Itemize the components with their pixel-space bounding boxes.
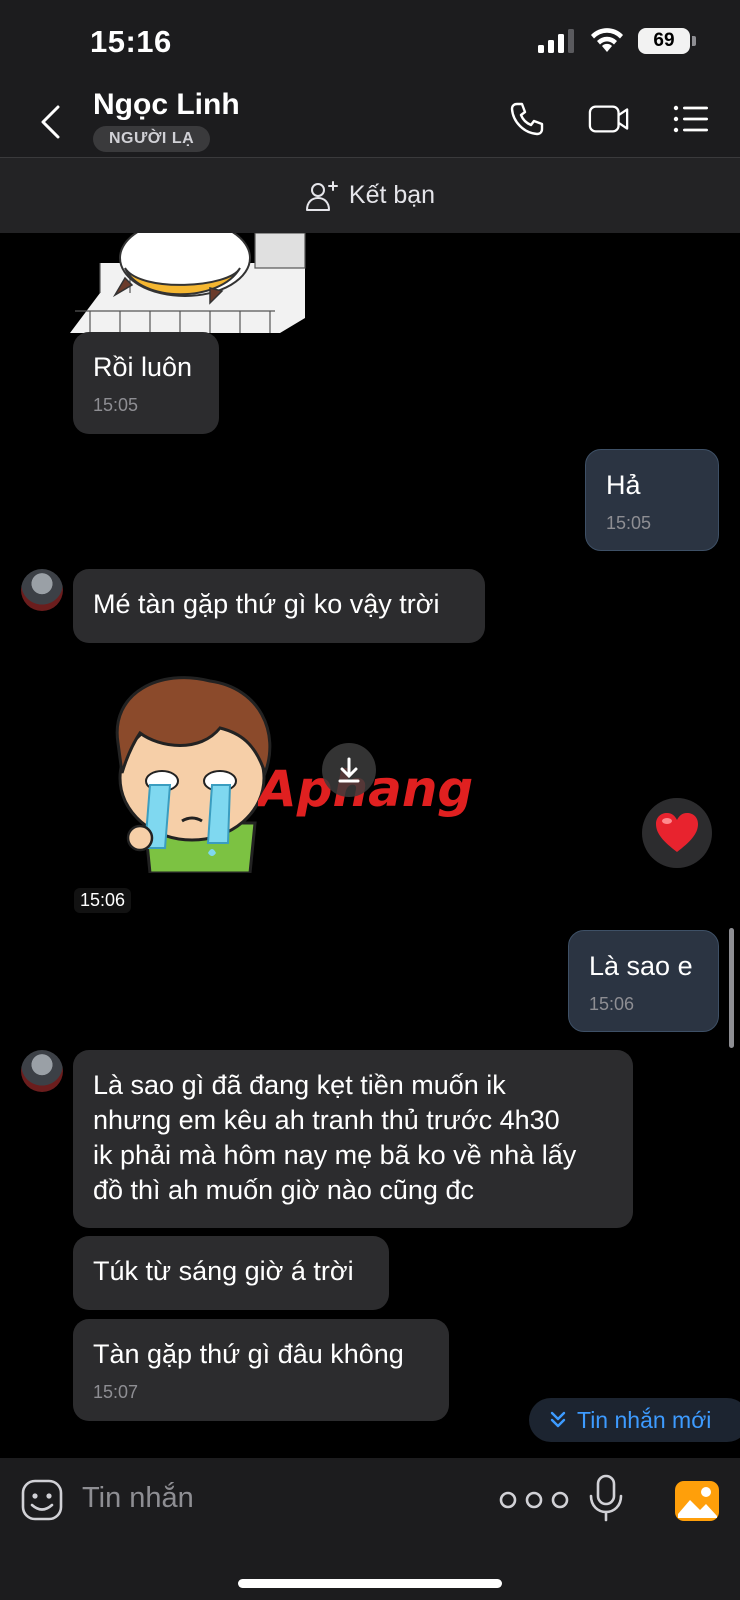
heart-icon [656,813,698,852]
photo-gallery-icon[interactable] [674,1478,720,1522]
status-icons: 69 [538,28,696,54]
message-text: Túk từ sáng giờ á trời [93,1256,354,1286]
sticker-partial[interactable] [70,233,310,333]
video-call-button[interactable] [588,98,630,140]
sticker-icon[interactable] [20,1478,64,1522]
reaction-button[interactable] [642,798,712,868]
download-button[interactable] [322,743,376,797]
add-friend-button[interactable]: Kết bạn [0,158,740,233]
message-text: Tàn gặp thứ gì đâu không [93,1339,404,1369]
avatar[interactable] [21,1050,63,1092]
message-bubble-incoming[interactable]: Rồi luôn 15:05 [73,332,219,434]
message-text: Là sao e [589,951,693,981]
message-line: Là sao gì đã đang kẹt tiền muốn ik [93,1070,506,1100]
message-time: 15:07 [93,1382,139,1402]
message-text: Hả [606,470,641,500]
avatar[interactable] [21,569,63,611]
add-friend-label: Kết bạn [348,181,436,209]
stranger-badge: NGƯỜI LẠ [93,126,211,152]
status-time: 15:16 [90,24,172,59]
message-time: 15:05 [606,513,652,533]
more-options-icon[interactable] [496,1484,572,1516]
chat-messages[interactable]: Rồi luôn 15:05 Hả 15:05 Mé tàn gặp thứ g… [0,233,740,1458]
status-bar: 15:16 69 [0,0,740,88]
message-line: ik phải mà hôm nay mẹ bã ko về nhà lấy [93,1140,577,1170]
message-bubble-outgoing[interactable]: Hả 15:05 [585,449,719,551]
message-bubble-incoming[interactable]: Túk từ sáng giờ á trời [73,1236,389,1310]
video-camera-icon [588,105,629,133]
header-actions [506,98,712,140]
double-chevron-down-icon [550,1411,566,1428]
message-bubble-incoming[interactable]: Mé tàn gặp thứ gì ko vậy trời [73,569,485,643]
download-icon [338,757,360,783]
message-line: đồ thì ah muốn giờ nào cũng đc [93,1175,474,1205]
microphone-icon[interactable] [588,1474,624,1522]
message-line: nhưng em kêu ah tranh thủ trước 4h30 [93,1105,560,1135]
message-input[interactable]: Tin nhắn [82,1482,194,1515]
message-text: Rồi luôn [93,352,193,382]
scrollbar[interactable] [729,928,734,1048]
message-bubble-incoming[interactable]: Là sao gì đã đang kẹt tiền muốn ik nhưng… [73,1050,633,1228]
phone-icon [510,102,544,136]
back-button[interactable] [30,102,70,142]
list-menu-icon [673,105,708,133]
new-messages-label: Tin nhắn mới [577,1406,712,1433]
message-bubble-outgoing[interactable]: Là sao e 15:06 [568,930,719,1032]
sticker-message[interactable]: Aphang [100,673,490,873]
home-indicator[interactable] [238,1579,502,1588]
message-text: Mé tàn gặp thứ gì ko vậy trời [93,589,440,619]
chat-header: Ngọc Linh NGƯỜI LẠ [0,88,740,158]
cellular-signal-icon [538,29,574,53]
new-messages-button[interactable]: Tin nhắn mới [529,1398,740,1442]
voice-call-button[interactable] [506,98,548,140]
chevron-left-icon [41,105,60,139]
wifi-icon [591,28,623,52]
menu-button[interactable] [670,98,712,140]
message-time: 15:05 [93,395,139,415]
message-bubble-incoming[interactable]: Tàn gặp thứ gì đâu không 15:07 [73,1319,449,1421]
contact-name[interactable]: Ngọc Linh [93,88,240,122]
message-time: 15:06 [589,994,635,1014]
message-time: 15:06 [74,888,132,913]
battery-indicator: 69 [638,28,696,54]
add-user-icon [305,180,338,211]
